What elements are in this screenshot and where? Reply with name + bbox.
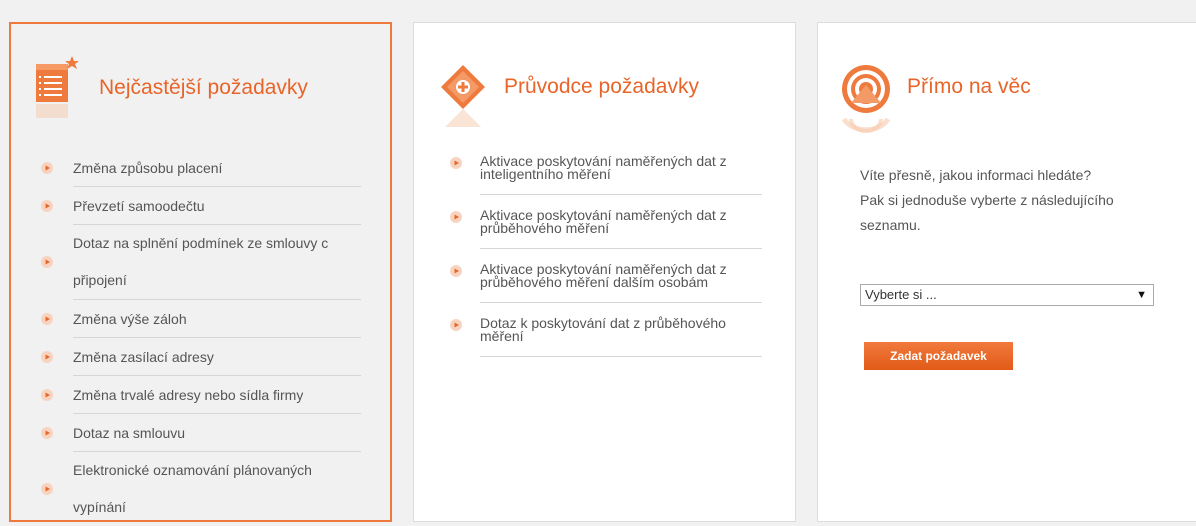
submit-request-button[interactable]: Zadat požadavek (864, 342, 1013, 370)
list-item[interactable]: Změna zasílací adresy (41, 338, 361, 376)
direct-description-line3: seznamu. (860, 217, 921, 233)
list-item[interactable]: Elektronické oznamování plánovaných vypí… (41, 452, 361, 526)
direct-description-line2: Pak si jednoduše vyberte z následujícího (860, 192, 1114, 208)
guide-list: Aktivace poskytování naměřených dat z in… (450, 151, 762, 357)
list-item[interactable]: Aktivace poskytování naměřených dat z in… (450, 151, 762, 195)
target-signal-icon (841, 65, 891, 133)
list-item-label-wrap: Dotaz na splnění podmínek ze smlouvy c p… (73, 225, 328, 299)
document-list-icon (36, 56, 79, 118)
list-item-label-line2: vypínání (73, 499, 126, 515)
list-item-label-line1: Dotaz na splnění podmínek ze smlouvy c (73, 235, 329, 251)
list-item[interactable]: Aktivace poskytování naměřených dat z pr… (450, 249, 762, 303)
list-item-label: Aktivace poskytování naměřených dat z pr… (480, 207, 727, 236)
direct-panel: Přímo na věc Víte přesně, jakou informac… (817, 22, 1196, 522)
chevron-down-icon: ▼ (1136, 289, 1147, 301)
list-item[interactable]: Dotaz k poskytování dat z průběhového mě… (450, 303, 762, 357)
arrow-right-icon (41, 199, 53, 212)
request-select-value: Vyberte si ... (865, 287, 937, 302)
faq-title: Nejčastější požadavky (99, 76, 308, 99)
arrow-right-icon (41, 161, 53, 174)
direct-description-line1: Víte přesně, jakou informaci hledáte? (860, 167, 1092, 183)
list-item[interactable]: Změna způsobu placení (41, 149, 361, 187)
faq-list: Změna způsobu placení Převzetí samoodečt… (41, 149, 361, 526)
arrow-right-icon (450, 265, 462, 277)
arrow-right-icon (41, 426, 53, 439)
list-item-label: Aktivace poskytování naměřených dat z in… (480, 153, 727, 182)
list-item[interactable]: Změna trvalé adresy nebo sídla firmy (41, 376, 361, 414)
list-item-label: Změna způsobu placení (73, 159, 223, 176)
list-item-label: Aktivace poskytování naměřených dat z pr… (480, 261, 727, 290)
list-item-label: Změna zasílací adresy (73, 348, 214, 365)
list-item-label: Převzetí samoodečtu (73, 197, 205, 214)
direct-title: Přímo na věc (907, 75, 1031, 98)
list-item-label-wrap: Elektronické oznamování plánovaných vypí… (73, 452, 312, 526)
guide-panel: Průvodce požadavky Aktivace poskytování … (413, 22, 796, 522)
direct-description: Víte přesně, jakou informaci hledáte? Pa… (860, 163, 1160, 238)
list-item-label: Dotaz na smlouvu (73, 424, 186, 441)
list-item[interactable]: Dotaz na smlouvu (41, 414, 361, 452)
arrow-right-icon (41, 312, 53, 325)
list-item-label-line2: připojení (73, 272, 127, 288)
faq-panel: Nejčastější požadavky Změna způsobu plac… (9, 22, 392, 522)
arrow-right-icon (41, 350, 53, 363)
list-item[interactable]: Změna výše záloh (41, 300, 361, 338)
list-item[interactable]: Dotaz na splnění podmínek ze smlouvy c p… (41, 225, 361, 300)
list-item-label-line1: Elektronické oznamování plánovaných (73, 462, 312, 478)
list-item-label: Změna výše záloh (73, 310, 187, 327)
guide-title: Průvodce požadavky (504, 75, 699, 98)
arrow-right-icon (41, 388, 53, 401)
arrow-right-icon (450, 211, 462, 223)
guide-compass-icon (441, 65, 485, 127)
arrow-right-icon (450, 319, 462, 331)
arrow-right-icon (41, 256, 53, 268)
arrow-right-icon (450, 157, 462, 169)
list-item[interactable]: Aktivace poskytování naměřených dat z pr… (450, 195, 762, 249)
list-item-label: Změna trvalé adresy nebo sídla firmy (73, 386, 304, 403)
list-item-label: Dotaz k poskytování dat z průběhového mě… (480, 315, 726, 344)
list-item[interactable]: Převzetí samoodečtu (41, 187, 361, 225)
request-select[interactable]: Vyberte si ... ▼ (860, 284, 1154, 306)
arrow-right-icon (41, 483, 53, 495)
